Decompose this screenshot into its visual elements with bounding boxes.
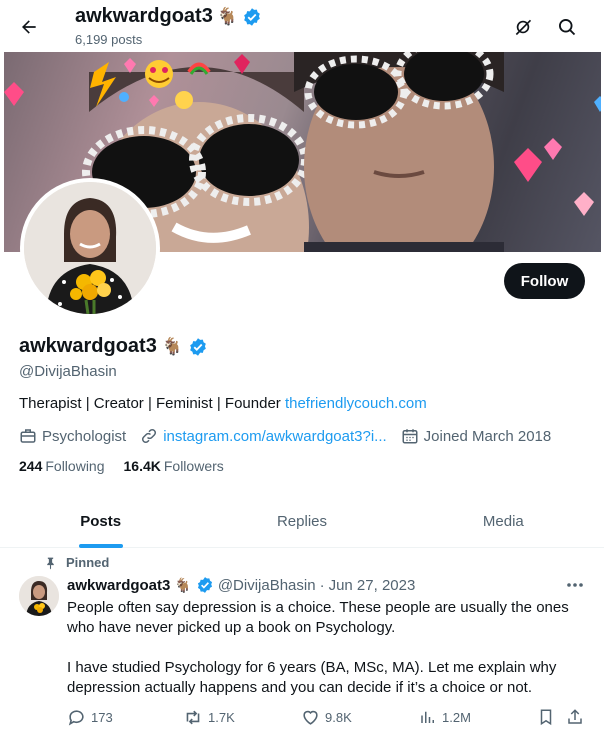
followers-count: 16.4K [123,458,161,474]
link-icon [142,428,157,444]
views-button[interactable]: 1.2M [419,708,471,726]
joined-item: Joined March 2018 [401,427,552,445]
repost-button[interactable]: 1.7K [183,708,235,727]
header-posts-count: 6,199 posts [75,32,143,47]
repost-icon [186,710,200,725]
back-button[interactable] [12,10,46,44]
view-count: 1.2M [442,709,471,725]
following-label: Following [45,458,105,474]
profile-bio: Therapist | Creator | Feminist | Founder… [19,395,427,412]
followers-link[interactable]: 16.4K Followers [124,458,224,474]
verified-badge-icon[interactable] [188,337,208,357]
following-count: 244 [19,458,43,474]
analytics-icon [421,711,434,723]
post-header: awkwardgoat3 🐐 @DivijaBhasin · Jun 27, 2… [67,576,415,594]
pinned-label: Pinned [66,555,110,570]
following-link[interactable]: 244 Following [19,458,105,474]
like-button[interactable]: 9.8K [301,708,352,727]
tab-media[interactable]: Media [403,495,604,547]
bookmark-icon [540,709,552,726]
post-separator: · [319,576,325,594]
header-title: awkwardgoat3 🐐 [75,5,262,28]
reply-icon [68,710,84,726]
verified-badge-icon [244,7,260,26]
repost-count: 1.7K [208,710,235,725]
share-icon [568,709,582,724]
profile-meta: Psychologist instagram.com/awkwardgoat3?… [19,427,565,445]
profile-handle: @DivijaBhasin [19,363,117,380]
reply-button[interactable]: 173 [67,708,113,727]
bookmark-button[interactable] [537,708,555,726]
post-author-avatar[interactable] [19,576,59,616]
briefcase-icon [20,429,36,443]
share-button[interactable] [566,708,584,726]
followers-label: Followers [163,458,224,474]
arrow-left-icon [22,20,36,34]
post-paragraph: People often say depression is a choice.… [67,599,569,636]
profile-category: Psychologist [42,427,127,445]
grok-button[interactable] [508,12,538,42]
profile-website[interactable]: instagram.com/awkwardgoat3?i... [163,428,386,445]
profile-name-row: awkwardgoat3 🐐 [19,335,208,358]
profile-joined: Joined March 2018 [423,427,552,445]
tab-replies[interactable]: Replies [201,495,402,547]
post-more-button[interactable] [563,575,587,595]
category-item: Psychologist [19,427,126,445]
post-actions: 173 1.7K 9.8K 1.2M [67,708,587,730]
pinned-indicator: Pinned [44,555,109,570]
bio-text: Therapist | Creator | Feminist | Founder [19,395,285,412]
post-date[interactable]: Jun 27, 2023 [329,577,416,594]
bio-link[interactable]: thefriendlycouch.com [285,395,427,412]
calendar-icon [402,429,418,444]
profile-display-name: awkwardgoat3 [19,335,157,357]
follow-button[interactable]: Follow [504,263,585,299]
tab-posts[interactable]: Posts [0,495,201,547]
post-author-name[interactable]: awkwardgoat3 [67,577,170,594]
grok-icon [515,19,532,36]
pin-icon [47,557,54,569]
header-display-name: awkwardgoat3 [75,5,213,27]
verified-badge-icon[interactable] [196,576,214,594]
website-item[interactable]: instagram.com/awkwardgoat3?i... [140,427,387,445]
goat-emoji: 🐐 [216,6,238,26]
goat-emoji: 🐐 [161,336,183,356]
top-bar: awkwardgoat3 🐐 6,199 posts [0,0,604,52]
search-icon [559,19,576,36]
post-author-handle[interactable]: @DivijaBhasin [218,577,316,594]
goat-emoji: 🐐 [174,576,192,593]
post-text: People often say depression is a choice.… [67,598,592,698]
post-paragraph: I have studied Psychology for 6 years (B… [67,659,557,696]
avatar-image [24,182,156,314]
profile-tabs: Posts Replies Media [0,495,604,548]
follow-stats: 244 Following 16.4K Followers [19,458,224,474]
profile-avatar[interactable] [20,178,160,318]
more-horizontal-icon [567,583,583,587]
like-count: 9.8K [325,710,352,725]
reply-count: 173 [91,710,113,725]
search-button[interactable] [552,12,582,42]
heart-icon [303,710,318,725]
